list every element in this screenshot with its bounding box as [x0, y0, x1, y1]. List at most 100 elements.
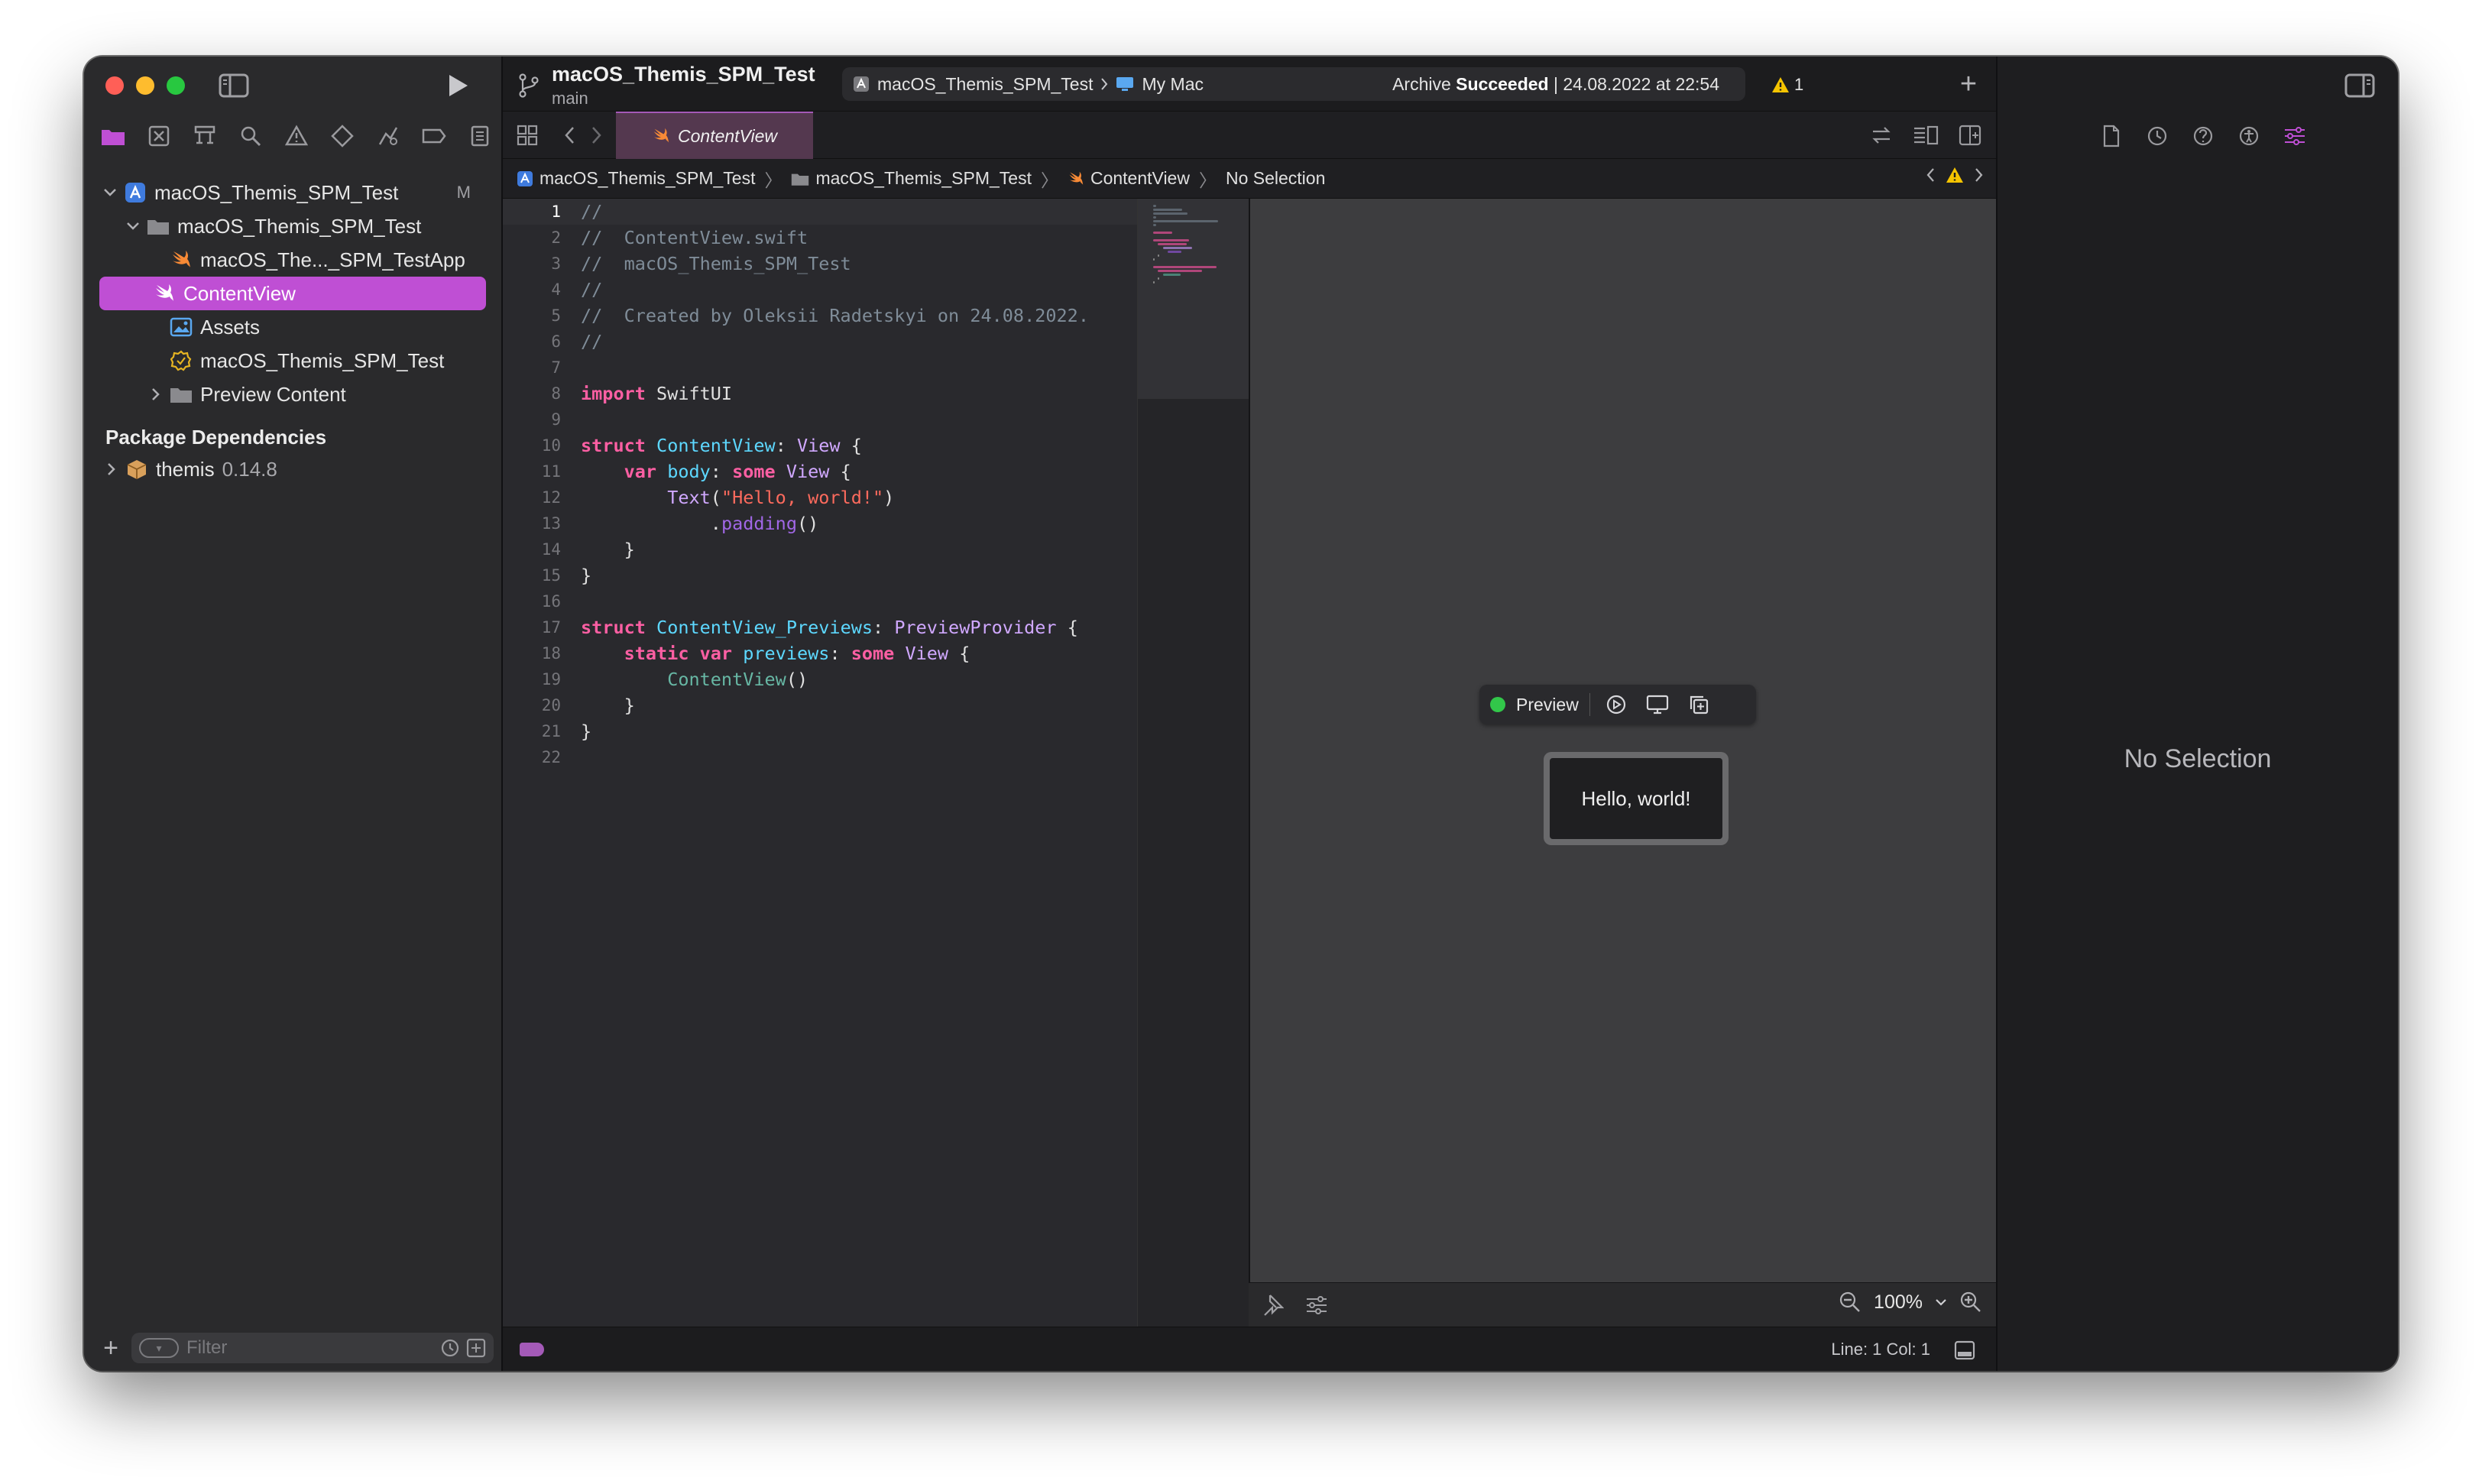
code-line[interactable]: 19 ContentView(): [503, 666, 1137, 692]
help-inspector-icon[interactable]: [2189, 122, 2218, 150]
canvas-settings-icon[interactable]: [1305, 1295, 1328, 1315]
test-navigator-icon[interactable]: [327, 122, 358, 150]
zoom-level[interactable]: 100%: [1874, 1291, 1923, 1314]
chevron-right-icon[interactable]: [102, 462, 121, 476]
file-inspector-icon[interactable]: [2097, 122, 2126, 150]
related-items-icon[interactable]: [514, 122, 541, 148]
jumpbar-item-selection[interactable]: No Selection: [1226, 168, 1325, 189]
code-line[interactable]: 13 .padding(): [503, 510, 1137, 536]
code-line[interactable]: 10 struct ContentView: View {: [503, 433, 1137, 458]
chevron-down-icon[interactable]: [124, 222, 142, 231]
jumpbar-item-group[interactable]: macOS_Themis_SPM_Test: [815, 168, 1031, 189]
preview-label[interactable]: Preview: [1516, 695, 1579, 715]
code-line[interactable]: 7: [503, 355, 1137, 381]
previous-issue-icon[interactable]: [1926, 167, 1935, 183]
zoom-out-icon[interactable]: [1839, 1291, 1862, 1314]
close-window-button[interactable]: [105, 76, 124, 95]
zoom-window-button[interactable]: [167, 76, 185, 95]
source-control-icon[interactable]: [144, 122, 174, 150]
report-navigator-icon[interactable]: [465, 122, 495, 150]
chevron-right-icon: 〉: [764, 170, 783, 190]
jumpbar-item-project[interactable]: macOS_Themis_SPM_Test: [539, 168, 755, 189]
minimize-window-button[interactable]: [136, 76, 154, 95]
tree-row-assets[interactable]: Assets: [84, 310, 501, 344]
tree-row-group[interactable]: macOS_Themis_SPM_Test: [84, 209, 501, 243]
code-line[interactable]: 2 // ContentView.swift: [503, 225, 1137, 251]
history-inspector-icon[interactable]: [2143, 122, 2172, 150]
source-control-filter-icon[interactable]: [466, 1338, 486, 1358]
scheme-selector[interactable]: macOS_Themis_SPM_Test: [877, 74, 1093, 95]
recent-files-icon[interactable]: [440, 1338, 460, 1358]
code-line[interactable]: 6 //: [503, 329, 1137, 355]
code-line[interactable]: 12 Text("Hello, world!"): [503, 484, 1137, 510]
code-line[interactable]: 15}: [503, 562, 1137, 588]
add-editor-icon[interactable]: [1956, 122, 1984, 148]
accessibility-inspector-icon[interactable]: [2234, 122, 2263, 150]
code-line[interactable]: 16: [503, 588, 1137, 614]
symbol-navigator-icon[interactable]: [190, 122, 220, 150]
code-line[interactable]: 20 }: [503, 692, 1137, 718]
code-text: //: [581, 201, 603, 222]
swap-arrows-icon[interactable]: [1868, 122, 1895, 148]
code-line[interactable]: 17 struct ContentView_Previews: PreviewPr…: [503, 614, 1137, 640]
add-library-icon[interactable]: +: [1955, 68, 1982, 100]
code-line[interactable]: 5 // Created by Oleksii Radetskyi on 24.0…: [503, 303, 1137, 329]
device-settings-icon[interactable]: [1642, 691, 1673, 718]
minimap[interactable]: [1137, 199, 1249, 1327]
pin-icon[interactable]: [1262, 1294, 1284, 1317]
code-line[interactable]: 21}: [503, 718, 1137, 744]
warning-icon[interactable]: [1946, 167, 1964, 183]
source-editor[interactable]: 1 // 2 // ContentView.swift 3 // macOS_Themis…: [503, 199, 1137, 1327]
sidebar-toggle-icon[interactable]: [219, 73, 249, 98]
code-line[interactable]: 14 }: [503, 536, 1137, 562]
chevron-right-icon[interactable]: [147, 387, 165, 401]
destination-selector[interactable]: My Mac: [1142, 74, 1204, 95]
adjust-editor-icon[interactable]: [1912, 122, 1939, 148]
minimap-line: [1153, 258, 1155, 261]
tag-icon[interactable]: [520, 1343, 544, 1356]
forward-chevron-icon[interactable]: [585, 122, 608, 148]
tree-row-project[interactable]: macOS_Themis_SPM_Test M: [84, 176, 501, 209]
zoom-in-icon[interactable]: [1959, 1291, 1982, 1314]
tab-contentview[interactable]: ContentView: [616, 112, 813, 159]
branch-name[interactable]: main: [552, 89, 588, 109]
tree-row-entitlements[interactable]: macOS_Themis_SPM_Test: [84, 344, 501, 377]
add-icon[interactable]: +: [101, 1333, 121, 1363]
code-line[interactable]: 1 //: [503, 199, 1137, 225]
attributes-inspector-icon[interactable]: [2280, 122, 2309, 150]
run-play-icon[interactable]: [442, 70, 472, 101]
tree-row-app-file[interactable]: macOS_The..._SPM_TestApp: [84, 243, 501, 277]
preview-canvas[interactable]: Preview Hello, world!: [1249, 199, 1996, 1282]
folder-navigator-icon[interactable]: [98, 122, 128, 150]
code-line[interactable]: 22: [503, 744, 1137, 770]
issue-navigator-icon[interactable]: [281, 122, 312, 150]
warning-count: 1: [1794, 75, 1804, 94]
console-toggle-icon[interactable]: [1953, 1340, 1976, 1361]
breakpoint-navigator-icon[interactable]: [419, 122, 449, 150]
tree-row-package[interactable]: themis 0.14.8: [84, 452, 501, 486]
code-line[interactable]: 18 static var previews: some View {: [503, 640, 1137, 666]
warning-indicator[interactable]: 1: [1771, 75, 1803, 95]
filter-field[interactable]: ▾ Filter: [131, 1333, 494, 1363]
preview-window[interactable]: Hello, world!: [1544, 752, 1729, 845]
back-chevron-icon[interactable]: [558, 122, 581, 148]
code-line[interactable]: 9: [503, 407, 1137, 433]
code-line[interactable]: 11 var body: some View {: [503, 458, 1137, 484]
line-number: 12: [541, 488, 561, 507]
minimap-viewport[interactable]: [1138, 199, 1249, 399]
filter-options-icon[interactable]: ▾: [139, 1338, 179, 1358]
debug-navigator-icon[interactable]: [373, 122, 403, 150]
duplicate-preview-icon[interactable]: [1683, 691, 1714, 718]
chevron-down-icon[interactable]: [101, 188, 119, 197]
tree-row-contentview[interactable]: ContentView: [99, 277, 486, 310]
next-issue-icon[interactable]: [1975, 167, 1984, 183]
jumpbar-item-file[interactable]: ContentView: [1090, 168, 1190, 189]
inspector-toggle-icon[interactable]: [2344, 73, 2375, 98]
code-line[interactable]: 4 //: [503, 277, 1137, 303]
live-preview-icon[interactable]: [1601, 691, 1631, 718]
code-line[interactable]: 3 // macOS_Themis_SPM_Test: [503, 251, 1137, 277]
code-line[interactable]: 8 import SwiftUI: [503, 381, 1137, 407]
tree-row-preview-content[interactable]: Preview Content: [84, 377, 501, 411]
chevron-down-icon[interactable]: [1935, 1298, 1947, 1307]
search-icon[interactable]: [235, 122, 266, 150]
